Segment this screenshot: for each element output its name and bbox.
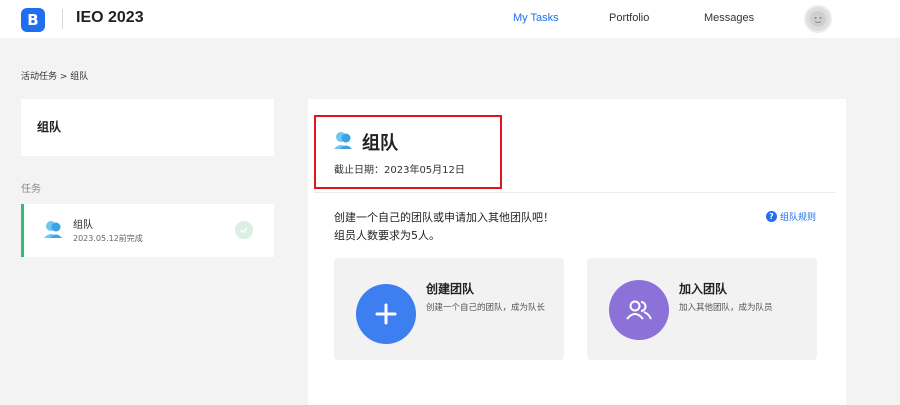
sidebar-section-label: 任务 bbox=[21, 184, 41, 195]
user-avatar[interactable] bbox=[804, 5, 832, 33]
nav-my-tasks[interactable]: My Tasks bbox=[513, 12, 559, 24]
sidebar-header: 组队 bbox=[21, 99, 274, 156]
highlight-annotation-box bbox=[314, 115, 502, 189]
app-title: IEO 2023 bbox=[76, 9, 144, 26]
page-title: 组队 bbox=[362, 133, 398, 154]
breadcrumb[interactable]: 活动任务 > 组队 bbox=[21, 69, 88, 82]
task-name: 组队 bbox=[73, 220, 93, 231]
deadline-text: 截止日期：2023年05月12日 bbox=[334, 165, 465, 176]
app-logo-icon[interactable]: B bbox=[21, 8, 45, 32]
create-team-card[interactable]: 创建团队 创建一个自己的团队，成为队长 bbox=[334, 258, 564, 360]
team-icon bbox=[334, 132, 352, 149]
team-rules-label: 组队规则 bbox=[780, 213, 817, 223]
description-line-2: 组员人数要求为5人。 bbox=[334, 229, 440, 242]
description-line-1: 创建一个自己的团队或申请加入其他团队吧！ bbox=[334, 211, 554, 224]
help-icon: ? bbox=[766, 211, 777, 222]
header-divider bbox=[62, 9, 63, 29]
create-team-title: 创建团队 bbox=[426, 282, 475, 296]
people-icon bbox=[609, 280, 669, 340]
team-icon bbox=[44, 221, 62, 238]
top-header: B IEO 2023 My Tasks Portfolio Messages bbox=[0, 0, 900, 38]
join-team-description: 加入其他团队，成为队员 bbox=[679, 303, 773, 313]
sidebar-task-item[interactable]: 组队 2023.05.12前完成 bbox=[21, 204, 274, 257]
divider bbox=[314, 192, 836, 193]
nav-messages[interactable]: Messages bbox=[704, 12, 754, 24]
nav-portfolio[interactable]: Portfolio bbox=[609, 12, 649, 24]
create-team-description: 创建一个自己的团队，成为队长 bbox=[426, 303, 546, 313]
sidebar-title: 组队 bbox=[37, 120, 62, 134]
team-rules-link[interactable]: ? 组队规则 bbox=[766, 210, 816, 223]
task-due-date: 2023.05.12前完成 bbox=[73, 234, 143, 243]
task-completed-check-icon bbox=[235, 221, 253, 239]
main-panel: 组队 截止日期：2023年05月12日 创建一个自己的团队或申请加入其他团队吧！… bbox=[308, 99, 846, 405]
join-team-title: 加入团队 bbox=[679, 282, 728, 296]
user-face-icon bbox=[810, 11, 826, 27]
plus-icon bbox=[356, 284, 416, 344]
join-team-card[interactable]: 加入团队 加入其他团队，成为队员 bbox=[587, 258, 817, 360]
